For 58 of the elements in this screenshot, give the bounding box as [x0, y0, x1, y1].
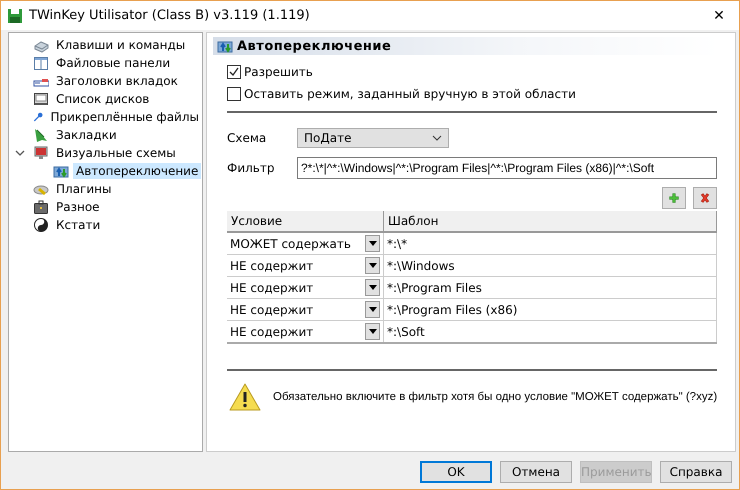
table-cell: *:\Soft	[387, 324, 425, 338]
column-header[interactable]: Шаблон	[384, 211, 717, 232]
tree-item[interactable]: Список дисков	[53, 91, 152, 107]
triangle-down-icon	[368, 241, 376, 246]
triangle-down-icon	[368, 263, 376, 268]
checkbox[interactable]	[227, 65, 241, 79]
table-cell: МОЖЕТ содержать	[230, 236, 351, 250]
tree-item[interactable]: Кстати	[53, 217, 104, 233]
warning-icon	[229, 383, 261, 411]
close-button[interactable]: ✕	[699, 8, 739, 24]
monitor-icon	[33, 145, 49, 161]
tree-item[interactable]: Клавиши и команды	[53, 37, 188, 53]
dialog-button[interactable]: Справка	[660, 461, 732, 483]
dialog-button[interactable]: Отмена	[500, 461, 572, 483]
table-cell: *:\*	[387, 236, 408, 250]
dialog-button[interactable]: OK	[420, 461, 492, 483]
checkbox-label: Разрешить	[244, 65, 313, 79]
triangle-down-icon	[368, 307, 376, 312]
add-button[interactable]	[662, 187, 686, 209]
scheme-dropdown[interactable]: ПоДате	[297, 128, 449, 148]
tree-item[interactable]: Закладки	[53, 127, 120, 143]
tree-item[interactable]: Плагины	[53, 181, 114, 197]
field-label: Схема	[227, 131, 268, 145]
filter-field[interactable]: ?*:\*|^*:\Windows|^*:\Program Files|^*:\Program Files (x86)|^*:\Soft	[297, 157, 718, 179]
tree-item[interactable]: Прикреплённые файлы	[47, 109, 202, 125]
chevron-down-icon[interactable]	[15, 148, 25, 158]
chevron-down-icon	[432, 135, 442, 141]
tree-item[interactable]: Визуальные схемы	[53, 145, 179, 161]
tree-item[interactable]: Разное	[53, 199, 103, 215]
drive-icon	[33, 91, 49, 107]
window-title: TWinKey Utilisator (Class B) v3.119 (1.119)	[29, 8, 311, 23]
table-cell: *:\Windows	[387, 258, 455, 272]
tree-item[interactable]: Автопереключение	[73, 163, 202, 179]
dropdown-button[interactable]	[365, 257, 380, 274]
table-cell: НЕ содержит	[230, 324, 314, 338]
yin-yang-icon	[33, 217, 49, 233]
dropdown-button[interactable]	[365, 235, 380, 252]
triangle-down-icon	[368, 285, 376, 290]
table-cell: НЕ содержит	[230, 280, 314, 294]
panel-title: Автопереключение	[237, 38, 392, 54]
dropdown-button[interactable]	[365, 301, 380, 318]
dropdown-button[interactable]	[365, 323, 380, 340]
table-cell: *:\Program Files	[387, 280, 482, 294]
field-label: Фильтр	[227, 161, 276, 175]
tree-item[interactable]: Файловые панели	[53, 55, 174, 71]
tree-item[interactable]: Заголовки вкладок	[53, 73, 181, 89]
table-cell: *:\Program Files (x86)	[387, 302, 518, 316]
panels-icon	[33, 55, 49, 71]
briefcase-icon	[33, 199, 49, 215]
warning-message: Обязательно включите в фильтр хотя бы одно условие "МОЖЕТ содержать" (?xyz)	[273, 391, 718, 403]
checkbox[interactable]	[227, 87, 241, 101]
table-cell: НЕ содержит	[230, 302, 314, 316]
dropdown-button[interactable]	[365, 279, 380, 296]
table-cell: НЕ содержит	[230, 258, 314, 272]
triangle-down-icon	[368, 329, 376, 334]
column-header[interactable]: Условие	[227, 211, 384, 232]
delete-button[interactable]	[693, 187, 718, 209]
checkbox-label: Оставить режим, заданный вручную в этой области	[244, 87, 576, 101]
